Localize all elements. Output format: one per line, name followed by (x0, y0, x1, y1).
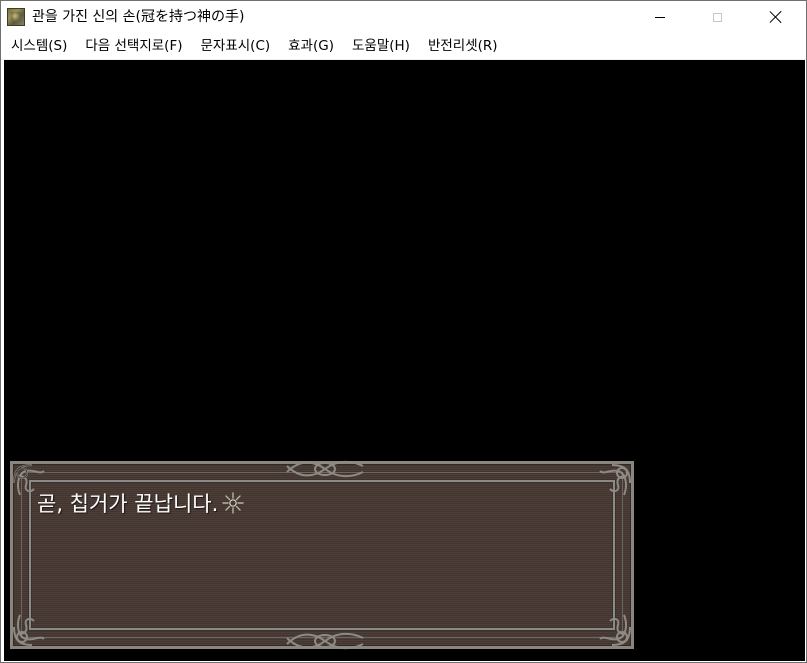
corner-ornament-icon (13, 614, 45, 646)
knot-ornament-icon (286, 632, 364, 650)
menu-system[interactable]: 시스템(S) (1, 35, 76, 57)
menu-bar: 시스템(S) 다음 선택지로(F) 문자표시(C) 효과(G) 도움말(H) 반… (1, 33, 806, 60)
sparkle-cursor-icon[interactable] (222, 492, 244, 514)
message-text: 곧, 칩거가 끝납니다. (37, 489, 244, 519)
window-title: 관을 가진 신의 손(冠を持つ神の手) (32, 9, 245, 25)
app-icon[interactable] (7, 8, 25, 26)
maximize-icon (712, 12, 722, 22)
maximize-button[interactable] (694, 1, 740, 33)
app-window: 관을 가진 신의 손(冠を持つ神の手) 시스템(S) 다음 선택지로(F) 문자… (0, 0, 807, 663)
title-bar[interactable]: 관을 가진 신의 손(冠を持つ神の手) (1, 1, 806, 33)
game-screen[interactable]: 곧, 칩거가 끝납니다. (4, 60, 805, 661)
knot-ornament-icon (286, 460, 364, 478)
menu-text-display[interactable]: 문자표시(C) (192, 35, 280, 57)
minimize-button[interactable] (637, 1, 683, 33)
message-window[interactable]: 곧, 칩거가 끝납니다. (10, 460, 634, 650)
minimize-icon (655, 16, 665, 18)
menu-reverse-reset[interactable]: 반전리셋(R) (419, 35, 507, 57)
menu-effects[interactable]: 효과(G) (279, 35, 343, 57)
menu-next-choice[interactable]: 다음 선택지로(F) (76, 35, 191, 57)
menu-help[interactable]: 도움말(H) (343, 35, 419, 57)
corner-ornament-icon (599, 614, 631, 646)
close-button[interactable] (753, 1, 799, 33)
message-line: 곧, 칩거가 끝납니다. (37, 492, 219, 516)
corner-ornament-icon (599, 464, 631, 496)
close-icon (770, 11, 782, 23)
